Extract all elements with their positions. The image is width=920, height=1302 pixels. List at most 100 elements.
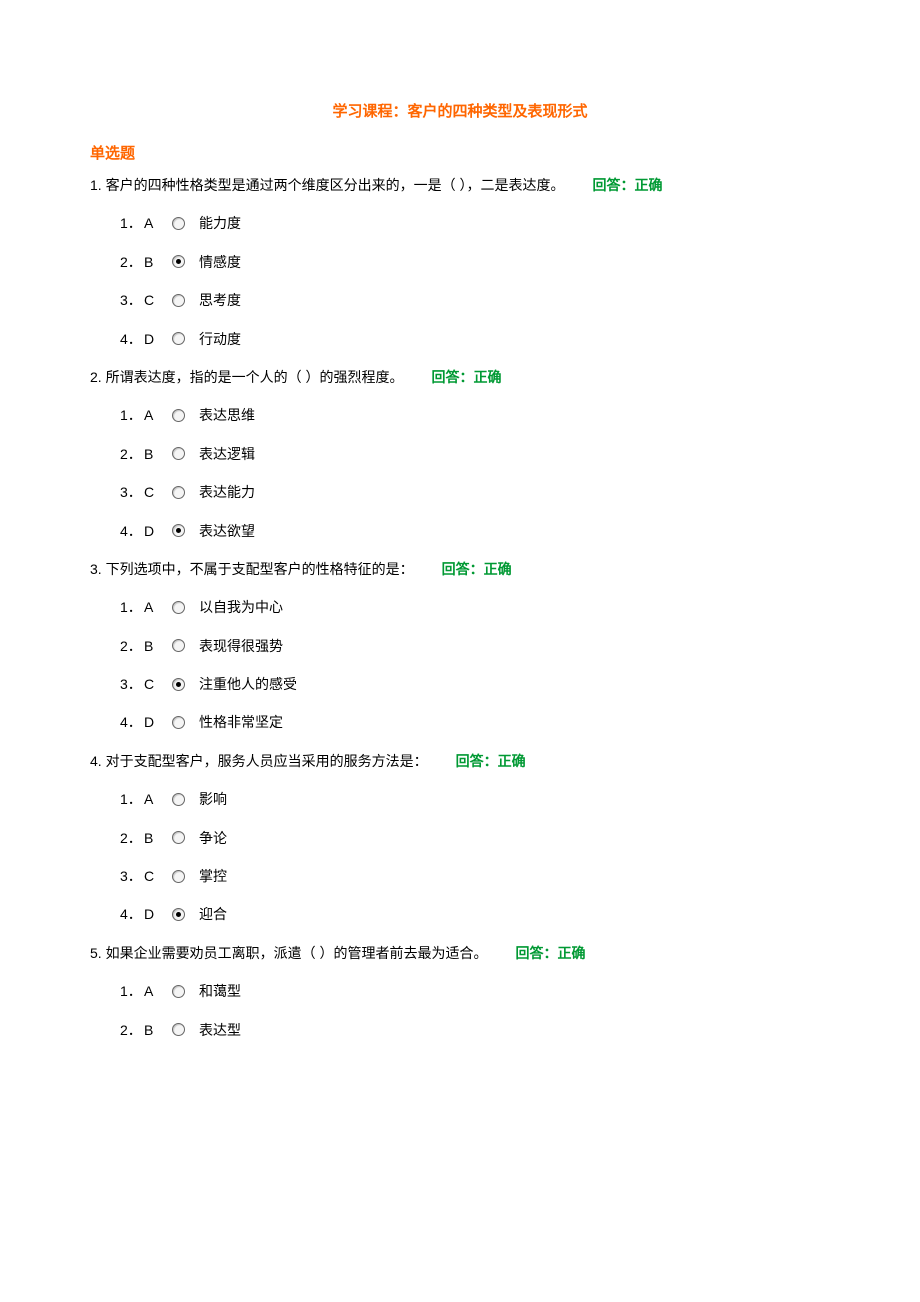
- radio-button[interactable]: [172, 870, 185, 883]
- option-letter: B: [144, 1019, 166, 1041]
- option-item: 1．A以自我为中心: [120, 596, 830, 618]
- radio-button[interactable]: [172, 985, 185, 998]
- option-number: 1．: [120, 404, 144, 426]
- option-item: 3．C思考度: [120, 289, 830, 311]
- option-letter: D: [144, 328, 166, 350]
- question-text: 4. 对于支配型客户，服务人员应当采用的服务方法是：: [90, 750, 428, 772]
- option-number: 1．: [120, 596, 144, 618]
- option-letter: C: [144, 673, 166, 695]
- option-number: 4．: [120, 328, 144, 350]
- option-letter: B: [144, 827, 166, 849]
- option-text: 表达思维: [199, 404, 255, 426]
- answer-status: 回答：正确: [456, 750, 526, 772]
- radio-icon: [172, 486, 185, 499]
- option-item: 2．B 表达型: [120, 1019, 830, 1041]
- radio-icon: [172, 870, 185, 883]
- question-container: 5. 如果企业需要劝员工离职，派遣（ ）的管理者前去最为适合。回答：正确1．A和…: [90, 942, 830, 1041]
- option-letter: D: [144, 711, 166, 733]
- radio-icon: [172, 793, 185, 806]
- question-line: 1. 客户的四种性格类型是通过两个维度区分出来的，一是（ ），二是表达度。回答：…: [90, 174, 830, 196]
- option-number: 4．: [120, 520, 144, 542]
- radio-button[interactable]: [172, 332, 185, 345]
- option-text: 和蔼型: [199, 980, 241, 1002]
- option-text: 表现得很强势: [199, 635, 283, 657]
- radio-icon: [172, 217, 185, 230]
- question-container: 2. 所谓表达度，指的是一个人的（ ）的强烈程度。回答：正确1．A表达思维2．B…: [90, 366, 830, 542]
- option-number: 1．: [120, 212, 144, 234]
- radio-button[interactable]: [172, 1023, 185, 1036]
- radio-button[interactable]: [172, 409, 185, 422]
- option-number: 1．: [120, 980, 144, 1002]
- radio-button[interactable]: [172, 255, 185, 268]
- option-number: 4．: [120, 711, 144, 733]
- radio-icon: [172, 985, 185, 998]
- options-list: 1．A以自我为中心2．B表现得很强势3．C注重他人的感受4．D性格非常坚定: [90, 596, 830, 734]
- option-number: 4．: [120, 903, 144, 925]
- radio-button[interactable]: [172, 639, 185, 652]
- radio-icon: [172, 716, 185, 729]
- option-letter: D: [144, 520, 166, 542]
- option-letter: B: [144, 251, 166, 273]
- option-number: 2．: [120, 827, 144, 849]
- answer-status: 回答：正确: [431, 366, 501, 388]
- radio-button[interactable]: [172, 486, 185, 499]
- option-item: 2．B表达逻辑: [120, 443, 830, 465]
- options-list: 1．A表达思维2．B表达逻辑3．C表达能力4．D表达欲望: [90, 404, 830, 542]
- answer-status: 回答：正确: [442, 558, 512, 580]
- option-item: 4．D 迎合: [120, 903, 830, 925]
- option-text: 迎合: [199, 903, 227, 925]
- options-list: 1．A 和蔼型 2．B 表达型: [90, 980, 830, 1041]
- radio-button[interactable]: [172, 716, 185, 729]
- option-item: 4．D 表达欲望: [120, 520, 830, 542]
- options-list: 1．A能力度 2．B情感度 3．C思考度 4．D 行动度: [90, 212, 830, 350]
- option-text: 能力度: [199, 212, 241, 234]
- option-text: 性格非常坚定: [199, 711, 283, 733]
- option-number: 2．: [120, 1019, 144, 1041]
- option-text: 行动度: [199, 328, 241, 350]
- radio-button[interactable]: [172, 678, 185, 691]
- option-letter: A: [144, 788, 166, 810]
- radio-button[interactable]: [172, 908, 185, 921]
- option-item: 3．C注重他人的感受: [120, 673, 830, 695]
- option-text: 表达欲望: [199, 520, 255, 542]
- radio-icon: [172, 1023, 185, 1036]
- radio-button[interactable]: [172, 524, 185, 537]
- option-item: 2．B表现得很强势: [120, 635, 830, 657]
- questions-root: 1. 客户的四种性格类型是通过两个维度区分出来的，一是（ ），二是表达度。回答：…: [90, 174, 830, 1041]
- radio-icon: [172, 524, 185, 537]
- option-text: 表达型: [199, 1019, 241, 1041]
- option-letter: B: [144, 443, 166, 465]
- radio-button[interactable]: [172, 601, 185, 614]
- option-text: 思考度: [199, 289, 241, 311]
- radio-icon: [172, 255, 185, 268]
- option-item: 4．D 行动度: [120, 328, 830, 350]
- question-text: 3. 下列选项中，不属于支配型客户的性格特征的是：: [90, 558, 414, 580]
- question-line: 3. 下列选项中，不属于支配型客户的性格特征的是： 回答：正确: [90, 558, 830, 580]
- option-item: 3．C掌控: [120, 865, 830, 887]
- question-container: 4. 对于支配型客户，服务人员应当采用的服务方法是： 回答：正确 1．A影响 2．B争…: [90, 750, 830, 926]
- option-item: 1．A 和蔼型: [120, 980, 830, 1002]
- option-item: 1．A能力度: [120, 212, 830, 234]
- option-letter: D: [144, 903, 166, 925]
- radio-icon: [172, 447, 185, 460]
- option-letter: C: [144, 865, 166, 887]
- radio-button[interactable]: [172, 217, 185, 230]
- radio-button[interactable]: [172, 294, 185, 307]
- option-text: 表达逻辑: [199, 443, 255, 465]
- radio-icon: [172, 332, 185, 345]
- option-number: 3．: [120, 289, 144, 311]
- radio-button[interactable]: [172, 447, 185, 460]
- option-letter: A: [144, 404, 166, 426]
- radio-button[interactable]: [172, 793, 185, 806]
- option-item: 2．B情感度: [120, 251, 830, 273]
- option-item: 4．D 性格非常坚定: [120, 711, 830, 733]
- radio-icon: [172, 294, 185, 307]
- option-item: 3．C表达能力: [120, 481, 830, 503]
- option-item: 1．A影响: [120, 788, 830, 810]
- radio-icon: [172, 908, 185, 921]
- option-text: 注重他人的感受: [199, 673, 297, 695]
- option-letter: A: [144, 980, 166, 1002]
- radio-icon: [172, 639, 185, 652]
- option-item: 2．B争论: [120, 827, 830, 849]
- radio-button[interactable]: [172, 831, 185, 844]
